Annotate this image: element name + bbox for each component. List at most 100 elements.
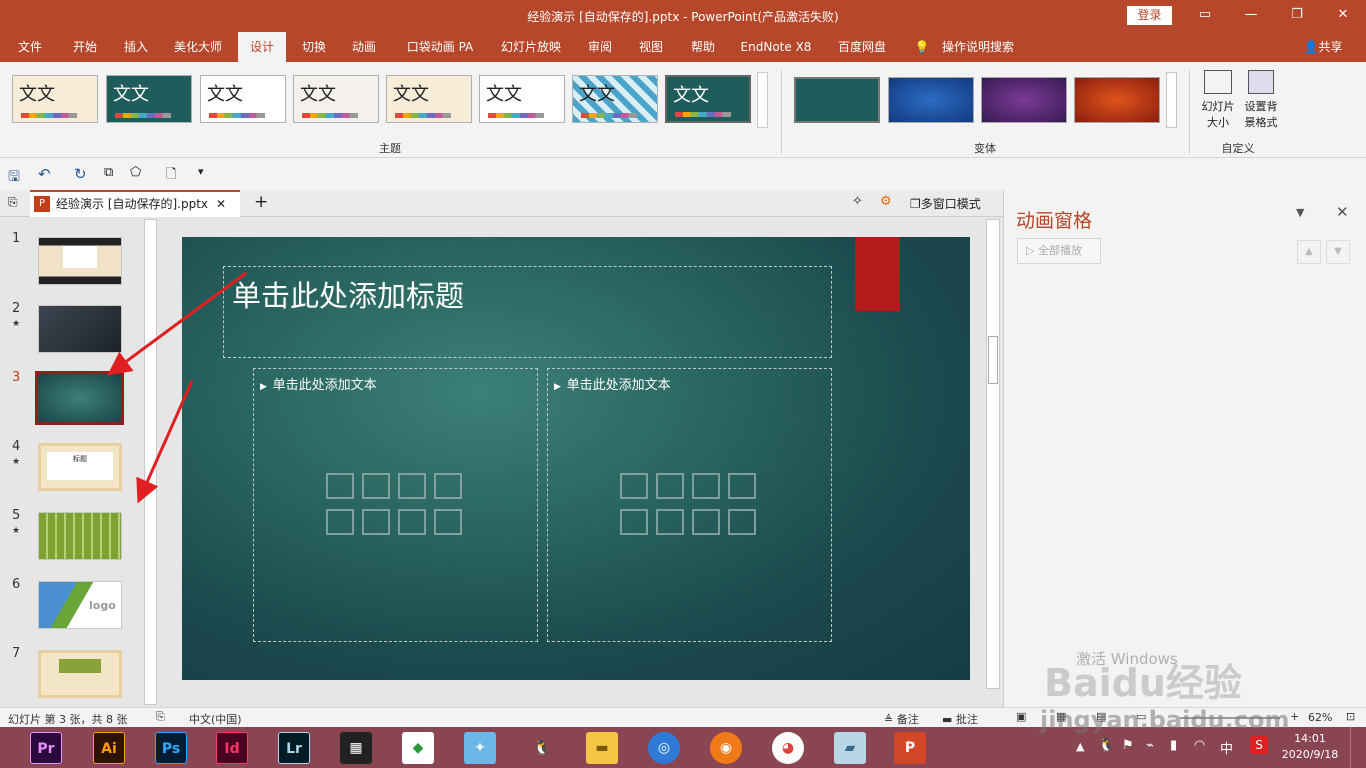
app-icon-note[interactable]: ▰	[834, 732, 866, 764]
slide-size-button[interactable]: 幻灯片大小	[1200, 70, 1236, 132]
zoom-level[interactable]: 62%	[1308, 711, 1332, 724]
tab-slideshow[interactable]: 幻灯片放映	[496, 32, 566, 62]
icons-icon[interactable]	[728, 509, 756, 535]
ime-indicator[interactable]: 中	[1220, 738, 1233, 757]
new-file-icon[interactable]: 🗋	[166, 165, 176, 187]
file-explorer-icon[interactable]: ▬	[586, 732, 618, 764]
app-icon-bird[interactable]: ✦	[464, 732, 496, 764]
picture-icon[interactable]	[326, 509, 354, 535]
move-up-icon[interactable]: ▲	[1297, 240, 1321, 264]
login-button[interactable]: 登录	[1127, 6, 1172, 25]
battery-icon[interactable]: ▮	[1170, 738, 1177, 753]
smartart-icon[interactable]	[398, 473, 426, 499]
theme-thumb-2[interactable]: 文文	[106, 75, 192, 123]
thumbnail-scrollbar[interactable]	[144, 219, 157, 705]
zoom-in-icon[interactable]: +	[1290, 710, 1299, 723]
chart-icon[interactable]	[362, 473, 390, 499]
normal-view-icon[interactable]: ▣	[1016, 710, 1026, 723]
save-icon[interactable]: 🖫	[8, 166, 20, 190]
format-background-button[interactable]: 设置背景格式	[1240, 70, 1282, 132]
redo-icon[interactable]: ↻	[74, 165, 87, 183]
ribbon-display-icon[interactable]: ▭	[1190, 4, 1220, 26]
variant-2[interactable]	[888, 77, 974, 123]
icons-icon[interactable]	[434, 509, 462, 535]
settings-icon[interactable]: ⚙	[880, 194, 892, 209]
variant-gallery-scroll[interactable]	[1166, 72, 1177, 128]
photoshop-icon[interactable]: Ps	[155, 732, 187, 764]
comments-button[interactable]: ▬ 批注	[942, 711, 978, 727]
theme-thumb-3[interactable]: 文文	[200, 75, 286, 123]
flag-tray-icon[interactable]: ⚑	[1122, 738, 1134, 753]
maximize-icon[interactable]: ❐	[1282, 4, 1312, 26]
variant-3[interactable]	[981, 77, 1067, 123]
video-icon[interactable]	[398, 509, 426, 535]
close-tab-icon[interactable]: ✕	[216, 192, 226, 216]
doc-tab-active[interactable]: P 经验演示 [自动保存的].pptx ✕	[30, 190, 240, 217]
3d-model-icon[interactable]	[728, 473, 756, 499]
tray-expand-icon[interactable]: ▲	[1076, 740, 1084, 753]
slide-thumb-3-selected[interactable]	[35, 371, 124, 425]
format-painter-icon[interactable]: ⬠	[130, 165, 141, 180]
theme-thumb-5[interactable]: 文文	[386, 75, 472, 123]
slide-thumb-5[interactable]	[38, 512, 122, 560]
table-icon[interactable]	[620, 473, 648, 499]
theme-thumb-6[interactable]: 文文	[479, 75, 565, 123]
undo-icon[interactable]: ↶	[38, 165, 51, 183]
tab-beautify[interactable]: 美化大师	[165, 32, 231, 62]
scrollbar-thumb[interactable]	[988, 336, 998, 384]
title-placeholder[interactable]: 单击此处添加标题	[223, 266, 832, 358]
3d-model-icon[interactable]	[434, 473, 462, 499]
customize-qat-icon[interactable]: ▾	[198, 165, 204, 178]
illustrator-icon[interactable]: Ai	[93, 732, 125, 764]
premiere-icon[interactable]: Pr	[30, 732, 62, 764]
variant-4[interactable]	[1074, 77, 1160, 123]
wifi-icon[interactable]: ◠	[1194, 738, 1205, 753]
qq-tray-icon[interactable]: 🐧	[1098, 738, 1114, 753]
slide-thumb-2[interactable]	[38, 305, 122, 353]
online-picture-icon[interactable]	[656, 509, 684, 535]
variant-1[interactable]	[794, 77, 880, 123]
magic-icon[interactable]: ✧	[852, 194, 863, 209]
slide-thumb-1[interactable]	[38, 237, 122, 285]
sogou-icon[interactable]: S	[1250, 736, 1268, 754]
play-all-button[interactable]: ▷ 全部播放	[1017, 238, 1101, 264]
tab-help[interactable]: 帮助	[686, 32, 720, 62]
tab-design[interactable]: 设计	[238, 32, 286, 62]
smartart-icon[interactable]	[692, 473, 720, 499]
qq-icon[interactable]: 🐧	[526, 732, 558, 764]
slide-thumb-7[interactable]	[38, 650, 122, 698]
clock[interactable]: 14:01 2020/9/18	[1280, 731, 1340, 763]
chart-icon[interactable]	[656, 473, 684, 499]
online-picture-icon[interactable]	[362, 509, 390, 535]
share-button[interactable]: 👤共享	[1298, 32, 1348, 62]
video-icon[interactable]	[692, 509, 720, 535]
pane-close-icon[interactable]: ✕	[1336, 203, 1349, 221]
tab-view[interactable]: 视图	[634, 32, 668, 62]
preview-icon[interactable]: ⧉	[104, 165, 113, 180]
minimize-icon[interactable]: —	[1236, 4, 1266, 26]
tab-pocket-animation[interactable]: 口袋动画 PA	[402, 32, 478, 62]
pane-options-icon[interactable]: ▼	[1296, 206, 1304, 219]
app-icon-flag[interactable]: ◆	[402, 732, 434, 764]
slide-scrollbar[interactable]	[986, 219, 1000, 689]
tab-baidu-netdisk[interactable]: 百度网盘	[833, 32, 891, 62]
close-icon[interactable]: ✕	[1328, 4, 1358, 26]
theme-thumb-1[interactable]: 文文	[12, 75, 98, 123]
content-placeholder-right[interactable]: ▶ 单击此处添加文本	[547, 368, 832, 642]
notes-button[interactable]: ≜ 备注	[884, 711, 919, 727]
video-editor-icon[interactable]: ▦	[340, 732, 372, 764]
powerpoint-taskbar-icon[interactable]: P	[894, 732, 926, 764]
tab-endnote[interactable]: EndNote X8	[736, 32, 816, 62]
tab-transitions[interactable]: 切换	[293, 32, 335, 62]
content-placeholder-left[interactable]: ▶ 单击此处添加文本	[253, 368, 538, 642]
browser-icon[interactable]: ◎	[648, 732, 680, 764]
language-status[interactable]: 中文(中国)	[189, 711, 242, 727]
show-desktop-button[interactable]	[1350, 727, 1366, 768]
lightroom-icon[interactable]: Lr	[278, 732, 310, 764]
app-icon-orange[interactable]: ◉	[710, 732, 742, 764]
slide-thumb-6[interactable]: logo	[38, 581, 122, 629]
indesign-icon[interactable]: Id	[216, 732, 248, 764]
spellcheck-icon[interactable]: ⎘	[156, 710, 165, 724]
theme-gallery-scroll[interactable]	[757, 72, 768, 128]
tab-file[interactable]: 文件	[10, 32, 50, 62]
